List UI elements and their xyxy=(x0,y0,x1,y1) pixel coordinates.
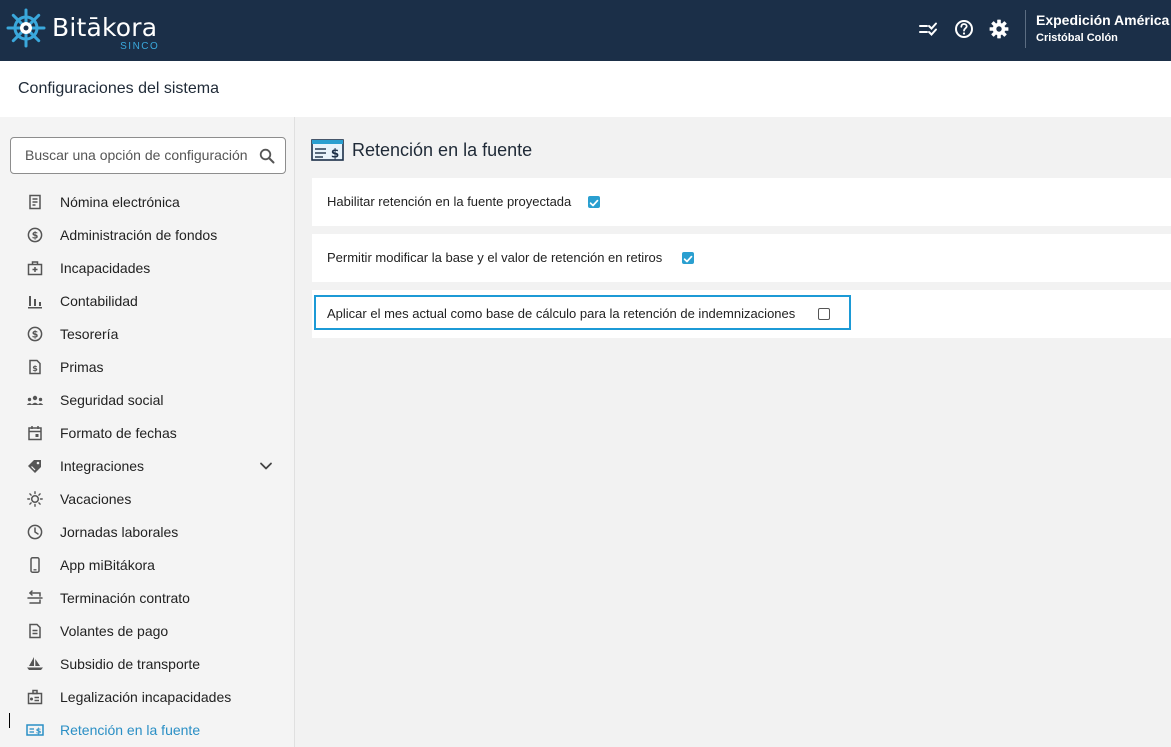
sidebar-item-label: Formato de fechas xyxy=(60,425,177,441)
sidebar-item-legalizacion-incapacidades[interactable]: Legalización incapacidades xyxy=(0,680,294,713)
svg-text:$: $ xyxy=(32,364,38,373)
id-badge-icon xyxy=(26,688,44,706)
search-box[interactable] xyxy=(10,137,286,174)
sidebar-item-terminacion-contrato[interactable]: Terminación contrato xyxy=(0,581,294,614)
text-caret xyxy=(9,713,10,728)
sidebar-item-app-mibitakora[interactable]: App miBitákora xyxy=(0,548,294,581)
sidebar-item-incapacidades[interactable]: Incapacidades xyxy=(0,251,294,284)
config-menu: Nómina electrónica $ Administración de f… xyxy=(0,185,294,746)
logo-subtitle: SINCO xyxy=(120,41,160,52)
sidebar-item-label: Jornadas laborales xyxy=(60,524,179,540)
search-icon[interactable] xyxy=(259,148,275,164)
company-name[interactable]: Expedición América xyxy=(1036,12,1169,28)
ship-wheel-icon xyxy=(6,8,46,48)
option-label: Habilitar retención en la fuente proyect… xyxy=(327,194,572,209)
phone-icon xyxy=(26,556,44,574)
sidebar-item-label: Incapacidades xyxy=(60,260,151,276)
tag-icon xyxy=(26,457,44,475)
sidebar-item-primas[interactable]: $ Primas xyxy=(0,350,294,383)
help-icon[interactable] xyxy=(951,16,977,42)
sidebar-item-subsidio-transporte[interactable]: Subsidio de transporte xyxy=(0,647,294,680)
sidebar-item-label: Nómina electrónica xyxy=(60,194,180,210)
main-content: $ Retención en la fuente Habilitar reten… xyxy=(295,117,1171,747)
medical-briefcase-icon xyxy=(26,259,44,277)
settings-icon[interactable] xyxy=(986,16,1012,42)
contract-end-icon xyxy=(26,589,44,607)
option-checkbox[interactable] xyxy=(682,252,694,264)
payslip-icon xyxy=(26,622,44,640)
sidebar-item-label: Seguridad social xyxy=(60,392,164,408)
sidebar-item-integraciones[interactable]: Integraciones xyxy=(0,449,294,482)
chevron-down-icon[interactable] xyxy=(258,458,274,474)
sidebar-item-label: App miBitákora xyxy=(60,557,155,573)
sidebar-item-label: Integraciones xyxy=(60,458,145,474)
page-title: Configuraciones del sistema xyxy=(18,80,219,97)
bar-chart-icon xyxy=(26,292,44,310)
bitakora-logo[interactable]: Bitākora SINCO xyxy=(6,8,158,52)
header-divider xyxy=(1025,10,1026,48)
search-input[interactable] xyxy=(25,147,257,163)
svg-text:$: $ xyxy=(331,147,339,161)
sun-icon xyxy=(26,490,44,508)
sidebar-item-contabilidad[interactable]: Contabilidad xyxy=(0,284,294,317)
option-checkbox[interactable] xyxy=(588,196,600,208)
boat-icon xyxy=(26,655,44,673)
option-row: Permitir modificar la base y el valor de… xyxy=(312,234,1171,282)
sidebar-item-label: Primas xyxy=(60,359,104,375)
sidebar-item-volantes-pago[interactable]: Volantes de pago xyxy=(0,614,294,647)
sidebar-item-formato-fechas[interactable]: Formato de fechas xyxy=(0,416,294,449)
option-label: Aplicar el mes actual como base de cálcu… xyxy=(327,306,796,321)
section-title: Retención en la fuente xyxy=(352,139,533,160)
user-name[interactable]: Cristóbal Colón xyxy=(1036,32,1118,44)
sidebar-item-label: Contabilidad xyxy=(60,293,138,309)
clock-icon xyxy=(26,523,44,541)
sidebar-item-label: Vacaciones xyxy=(60,491,132,507)
section-header: $ Retención en la fuente xyxy=(311,137,532,163)
sidebar-item-vacaciones[interactable]: Vacaciones xyxy=(0,482,294,515)
sidebar-item-label: Retención en la fuente xyxy=(60,722,201,738)
sidebar-item-label: Volantes de pago xyxy=(60,623,169,639)
dollar-circle-icon: $ xyxy=(26,325,44,343)
sidebar-item-label: Terminación contrato xyxy=(60,590,190,606)
cheque-icon: $ xyxy=(26,721,44,739)
sidebar-item-label: Tesorería xyxy=(60,326,119,342)
title-bar: Configuraciones del sistema xyxy=(0,61,1171,117)
invoice-icon: $ xyxy=(26,358,44,376)
sidebar-item-label: Legalización incapacidades xyxy=(60,689,232,705)
option-checkbox[interactable] xyxy=(818,308,830,320)
sidebar-item-retencion-fuente[interactable]: $ Retención en la fuente xyxy=(0,713,294,746)
document-icon xyxy=(26,193,44,211)
option-row: Aplicar el mes actual como base de cálcu… xyxy=(312,290,1171,338)
group-icon xyxy=(26,391,44,409)
option-label: Permitir modificar la base y el valor de… xyxy=(327,250,663,265)
sidebar-item-nomina-electronica[interactable]: Nómina electrónica xyxy=(0,185,294,218)
option-row: Habilitar retención en la fuente proyect… xyxy=(312,178,1171,226)
sidebar-item-tesoreria[interactable]: $ Tesorería xyxy=(0,317,294,350)
checkmark-icon xyxy=(683,255,693,263)
dollar-circle-icon: $ xyxy=(26,226,44,244)
sidebar-item-administracion-fondos[interactable]: $ Administración de fondos xyxy=(0,218,294,251)
cheque-icon: $ xyxy=(311,139,344,161)
svg-text:$: $ xyxy=(32,231,39,242)
checkmark-icon xyxy=(589,199,599,207)
sidebar-item-label: Administración de fondos xyxy=(60,227,218,243)
sidebar-item-label: Subsidio de transporte xyxy=(60,656,201,672)
logo-name: Bitākora xyxy=(52,13,158,42)
sidebar: Nómina electrónica $ Administración de f… xyxy=(0,117,295,747)
checklist-icon[interactable] xyxy=(916,16,942,42)
svg-text:$: $ xyxy=(32,330,39,341)
svg-text:$: $ xyxy=(36,727,42,736)
sidebar-item-seguridad-social[interactable]: Seguridad social xyxy=(0,383,294,416)
sidebar-item-jornadas-laborales[interactable]: Jornadas laborales xyxy=(0,515,294,548)
top-navbar: Bitākora SINCO Expedición América Cristó… xyxy=(0,0,1171,61)
calendar-icon xyxy=(26,424,44,442)
